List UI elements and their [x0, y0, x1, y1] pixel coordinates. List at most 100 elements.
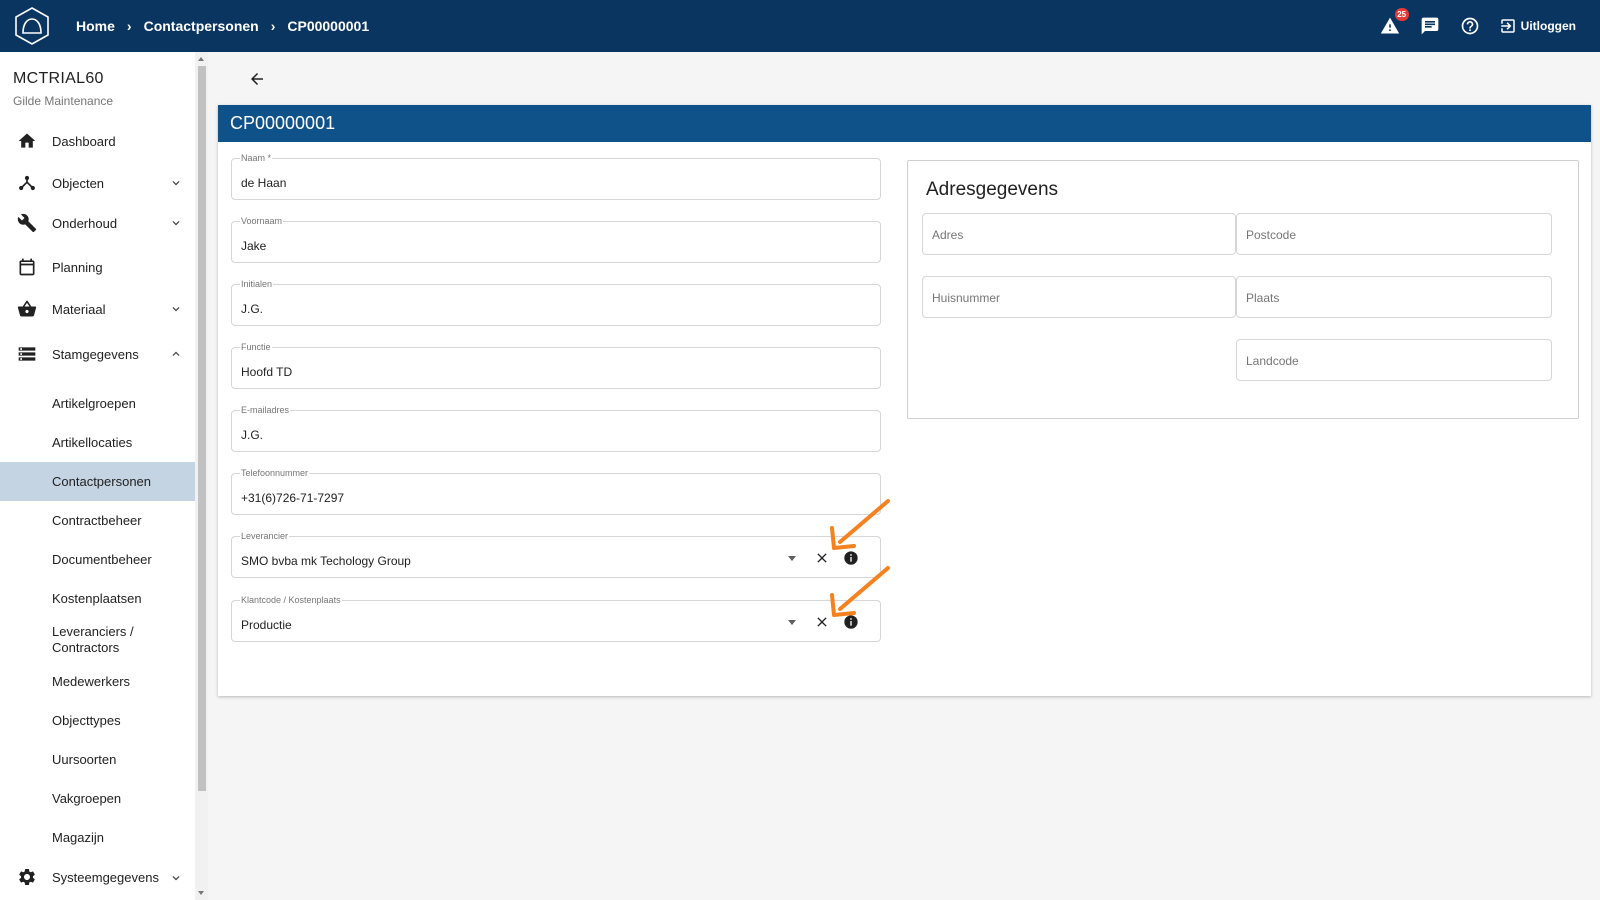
field-placeholder: Postcode: [1246, 228, 1297, 242]
adres-input[interactable]: Adres: [922, 213, 1236, 255]
sidebar-subitem-contactpersonen[interactable]: Contactpersonen: [0, 462, 195, 501]
logout-button[interactable]: Uitloggen: [1499, 17, 1576, 35]
help-icon: [1461, 17, 1479, 35]
field-value: Productie: [241, 618, 292, 632]
plaats-input[interactable]: Plaats: [1236, 276, 1552, 318]
tenant-name: MCTRIAL60: [13, 70, 104, 87]
leverancier-select[interactable]: Leverancier SMO bvba mk Techology Group: [231, 531, 881, 578]
landcode-input[interactable]: Landcode: [1236, 339, 1552, 381]
field-label: Leverancier: [240, 531, 290, 542]
sidebar-subitem-artikelgroepen[interactable]: Artikelgroepen: [0, 384, 195, 423]
top-bar: Home › Contactpersonen › CP00000001 25 U…: [0, 0, 1600, 52]
sidebar-subitem-medewerkers[interactable]: Medewerkers: [0, 662, 195, 701]
sidebar-subitem-label: Leveranciers / Contractors: [52, 624, 134, 655]
messages-button[interactable]: [1419, 15, 1441, 37]
sidebar-subitem-uursoorten[interactable]: Uursoorten: [0, 740, 195, 779]
info-icon[interactable]: [843, 614, 859, 630]
sidebar-item-label: Planning: [52, 259, 103, 275]
field-value: Jake: [241, 239, 267, 253]
sidebar-subitem-leveranciers[interactable]: Leveranciers / Contractors: [0, 618, 195, 662]
sidebar-item-label: Objecten: [52, 175, 105, 191]
telefoon-field[interactable]: Telefoonnummer +31(6)726-71-7297: [231, 468, 881, 515]
info-icon[interactable]: [843, 550, 859, 566]
field-placeholder: Huisnummer: [932, 291, 1001, 305]
clear-icon[interactable]: [814, 550, 830, 566]
breadcrumb-current: CP00000001: [287, 18, 370, 34]
sidebar-item-objecten[interactable]: Objecten: [0, 162, 195, 204]
sidebar-subitem-artikellocaties[interactable]: Artikellocaties: [0, 423, 195, 462]
address-panel: Adresgegevens Adres Postcode Huisnummer …: [907, 160, 1579, 419]
sidebar: MCTRIAL60 Gilde Maintenance Dashboard Ob…: [0, 52, 195, 900]
field-label: Klantcode / Kostenplaats: [240, 595, 342, 606]
email-field[interactable]: E-mailadres J.G.: [231, 405, 881, 452]
field-placeholder: Landcode: [1246, 354, 1299, 368]
arrow-left-icon: [251, 73, 263, 85]
storage-icon: [15, 342, 39, 366]
voornaam-field[interactable]: Voornaam Jake: [231, 216, 881, 263]
postcode-input[interactable]: Postcode: [1236, 213, 1552, 255]
tenant-subtitle: Gilde Maintenance: [13, 94, 114, 108]
chevron-up-icon: [172, 351, 180, 356]
sidebar-subitem-vakgroepen[interactable]: Vakgroepen: [0, 779, 195, 818]
functie-field[interactable]: Functie Hoofd TD: [231, 342, 881, 389]
sidebar-subitem-kostenplaatsen[interactable]: Kostenplaatsen: [0, 579, 195, 618]
field-placeholder: Adres: [932, 228, 964, 242]
sidebar-item-label: Onderhoud: [52, 215, 118, 231]
sidebar-item-onderhoud[interactable]: Onderhoud: [0, 202, 195, 244]
klantcode-select[interactable]: Klantcode / Kostenplaats Productie: [231, 595, 881, 642]
sidebar-item-systeemgegevens[interactable]: Systeemgegevens: [0, 857, 195, 897]
tenant-info: MCTRIAL60 Gilde Maintenance: [0, 52, 195, 108]
alert-button[interactable]: 25: [1379, 8, 1409, 37]
gears-icon: [15, 865, 39, 889]
naam-field[interactable]: Naam * de Haan: [231, 153, 881, 200]
sidebar-subitem-documentbeheer[interactable]: Documentbeheer: [0, 540, 195, 579]
field-value: J.G.: [241, 302, 264, 316]
back-button[interactable]: [245, 67, 269, 91]
huisnummer-input[interactable]: Huisnummer: [922, 276, 1236, 318]
dropdown-arrow-icon[interactable]: [788, 620, 796, 625]
scroll-up-icon[interactable]: [198, 57, 204, 61]
sidebar-item-label: Dashboard: [52, 133, 116, 149]
sidebar-scrollbar[interactable]: [195, 52, 208, 900]
breadcrumb-contactpersonen[interactable]: Contactpersonen: [144, 18, 259, 34]
sidebar-item-label: Systeemgegevens: [52, 869, 159, 885]
sidebar-subitem-contractbeheer[interactable]: Contractbeheer: [0, 501, 195, 540]
sidebar-item-planning[interactable]: Planning: [0, 246, 195, 288]
breadcrumb-separator-icon: ›: [270, 18, 276, 34]
contact-card: CP00000001 Naam * de Haan Voornaam Jake …: [218, 105, 1591, 696]
alert-count-badge: 25: [1394, 8, 1409, 21]
sidebar-item-label: Materiaal: [52, 301, 106, 317]
sidebar-subitem-objecttypes[interactable]: Objecttypes: [0, 701, 195, 740]
sidebar-item-dashboard[interactable]: Dashboard: [0, 120, 195, 162]
breadcrumb-home[interactable]: Home: [76, 18, 115, 34]
dropdown-arrow-icon[interactable]: [788, 556, 796, 561]
scroll-down-icon[interactable]: [198, 891, 204, 895]
sidebar-item-materiaal[interactable]: Materiaal: [0, 288, 195, 330]
field-value: de Haan: [241, 176, 287, 190]
field-label: Voornaam: [240, 216, 284, 227]
calendar-icon: [15, 255, 39, 279]
field-label: Naam *: [240, 153, 273, 164]
sidebar-nav: Dashboard Objecten Onderhoud Planning Ma…: [0, 120, 195, 897]
sidebar-item-stamgegevens[interactable]: Stamgegevens: [0, 330, 195, 378]
card-title: CP00000001: [218, 105, 1591, 142]
chevron-down-icon: [172, 221, 180, 226]
field-label: Telefoonnummer: [240, 468, 310, 479]
field-label: Initialen: [240, 279, 274, 290]
basket-icon: [15, 297, 39, 321]
scrollbar-thumb[interactable]: [198, 66, 206, 791]
field-label: E-mailadres: [240, 405, 291, 416]
app-logo-icon[interactable]: [12, 6, 52, 46]
initialen-field[interactable]: Initialen J.G.: [231, 279, 881, 326]
field-value: +31(6)726-71-7297: [241, 491, 345, 505]
chat-icon: [1421, 17, 1439, 35]
logout-icon: [1500, 19, 1515, 33]
field-label: Functie: [240, 342, 272, 353]
clear-icon[interactable]: [814, 614, 830, 630]
logout-label: Uitloggen: [1520, 19, 1576, 33]
breadcrumb: Home › Contactpersonen › CP00000001: [76, 18, 369, 34]
help-button[interactable]: [1459, 15, 1481, 37]
home-icon: [15, 129, 39, 153]
chevron-down-icon: [172, 181, 180, 186]
sidebar-subitem-magazijn[interactable]: Magazijn: [0, 818, 195, 857]
